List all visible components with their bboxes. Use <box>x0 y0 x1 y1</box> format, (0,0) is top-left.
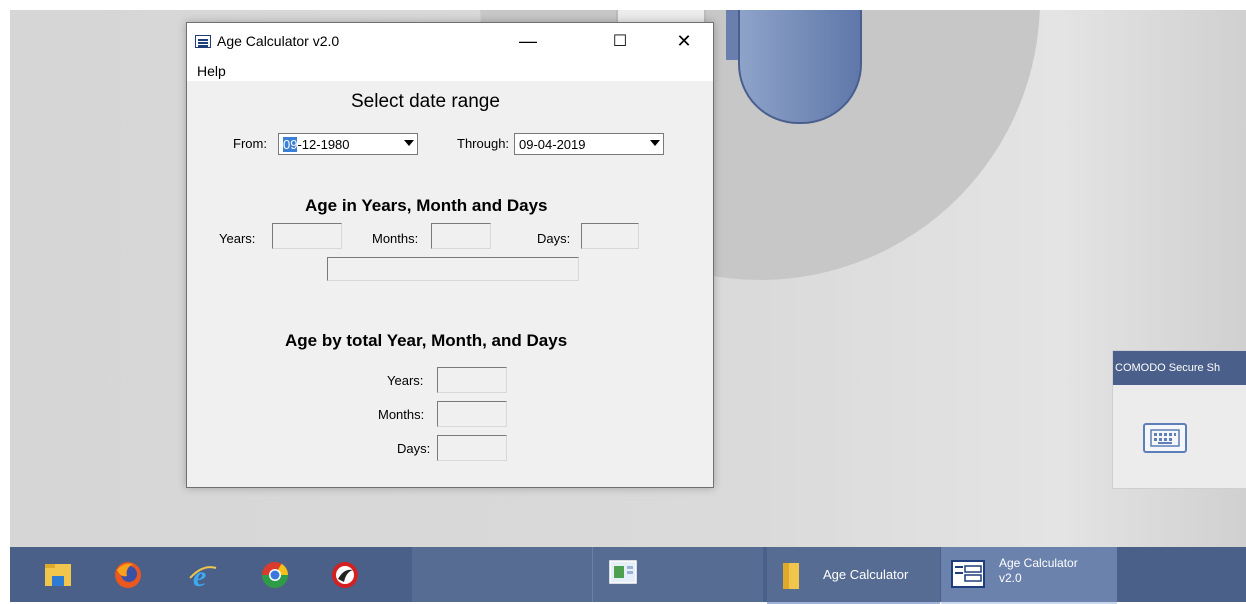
firefox-icon[interactable] <box>113 560 143 590</box>
years-label: Years: <box>219 231 256 246</box>
months-label: Months: <box>372 231 419 246</box>
total-years-field[interactable] <box>437 367 507 393</box>
maximize-button[interactable]: ☐ <box>597 23 643 59</box>
chevron-down-icon[interactable] <box>650 140 660 146</box>
total-days-field[interactable] <box>437 435 507 461</box>
days-field[interactable] <box>581 223 639 249</box>
age-calculator-window[interactable]: Age Calculator v2.0 — ☐ ✕ Help Select da… <box>186 22 714 488</box>
taskbar-folder-age-calculator[interactable]: Age Calculator <box>767 547 940 604</box>
internet-explorer-icon[interactable]: e <box>188 560 218 593</box>
through-label: Through: <box>457 136 510 151</box>
svg-text:e: e <box>193 560 206 590</box>
total-days-label: Days: <box>397 441 431 456</box>
from-date-selected-segment: 09 <box>283 137 298 152</box>
total-months-label: Months: <box>378 407 425 422</box>
taskbar-app-label-line2: v2.0 <box>999 571 1022 585</box>
menu-help[interactable]: Help <box>197 63 226 79</box>
date-range-heading: Select date range <box>351 91 500 112</box>
taskbar-window-preview[interactable] <box>592 547 763 602</box>
months-field[interactable] <box>431 223 491 249</box>
total-months-field[interactable] <box>437 401 507 427</box>
from-date-rest: -12-1980 <box>297 137 350 152</box>
title-bar[interactable]: Age Calculator v2.0 — ☐ ✕ <box>187 23 713 59</box>
client-area: Select date range From: 09-12-1980 Throu… <box>187 81 713 487</box>
menu-bar: Help <box>187 59 713 81</box>
app-icon[interactable] <box>195 35 211 48</box>
from-label: From: <box>233 136 267 151</box>
window-thumbnail-icon <box>609 559 639 589</box>
close-button[interactable]: ✕ <box>661 23 707 59</box>
chrome-icon[interactable] <box>260 560 290 590</box>
through-date-value: 09-04-2019 <box>519 137 586 152</box>
chevron-down-icon[interactable] <box>404 140 414 146</box>
taskbar-folder-label: Age Calculator <box>823 567 909 582</box>
age-total-heading: Age by total Year, Month, and Days <box>285 331 568 350</box>
taskbar-app-age-calculator[interactable]: Age Calculator v2.0 <box>941 547 1117 604</box>
from-date-picker[interactable]: 09-12-1980 <box>278 133 418 155</box>
comodo-title: COMODO Secure Sh <box>1113 351 1246 385</box>
age-result-field[interactable] <box>327 257 579 281</box>
app-window-icon <box>951 559 985 589</box>
total-years-label: Years: <box>387 373 424 388</box>
through-date-picker[interactable]: 09-04-2019 <box>514 133 664 155</box>
folder-icon <box>781 561 811 591</box>
comodo-dragon-icon[interactable] <box>330 560 360 590</box>
file-explorer-icon[interactable] <box>43 560 73 590</box>
wallpaper-shield-icon <box>738 10 862 124</box>
taskbar: e Age Calculator Age Calculator v2.0 <box>10 547 1246 604</box>
years-field[interactable] <box>272 223 342 249</box>
window-title: Age Calculator v2.0 <box>217 33 340 49</box>
minimize-button[interactable]: — <box>505 23 551 59</box>
taskbar-app-label-line1: Age Calculator <box>999 556 1078 570</box>
keyboard-icon[interactable] <box>1143 423 1187 453</box>
age-ymd-heading: Age in Years, Month and Days <box>305 196 548 215</box>
days-label: Days: <box>537 231 571 246</box>
comodo-widget[interactable]: COMODO Secure Sh <box>1112 350 1246 489</box>
taskbar-blank-slot[interactable] <box>412 547 592 602</box>
